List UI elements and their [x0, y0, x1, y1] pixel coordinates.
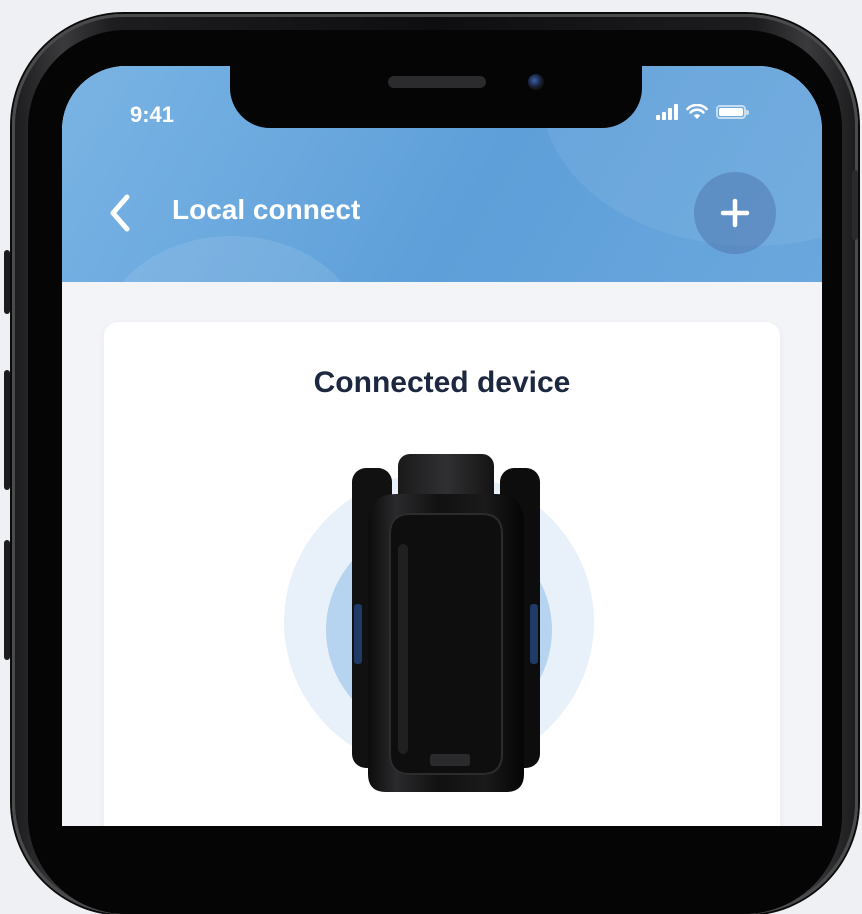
status-time: 9:41: [130, 102, 175, 127]
chevron-left-icon: [110, 194, 130, 232]
front-camera: [528, 74, 544, 90]
plus-icon: [720, 198, 750, 228]
volume-up-button: [4, 370, 10, 490]
add-device-button[interactable]: [694, 172, 776, 254]
battery-icon: [716, 105, 749, 119]
signal-icon: [656, 104, 678, 120]
phone-notch: [230, 54, 642, 128]
page-title: Local connect: [172, 194, 361, 225]
power-button: [852, 170, 858, 240]
volume-down-button: [4, 540, 10, 660]
mute-switch: [4, 250, 10, 314]
smart-lock-device-image: [352, 454, 540, 792]
status-icons: [656, 104, 749, 120]
card-title: Connected device: [313, 366, 571, 399]
earpiece-speaker: [388, 76, 486, 88]
back-button[interactable]: [100, 188, 140, 238]
app-screen: 9:41 Local connect Connected device: [62, 66, 822, 826]
wifi-icon: [686, 104, 708, 119]
connected-device-card: Connected device: [104, 322, 780, 826]
header-decoration: [102, 236, 362, 282]
